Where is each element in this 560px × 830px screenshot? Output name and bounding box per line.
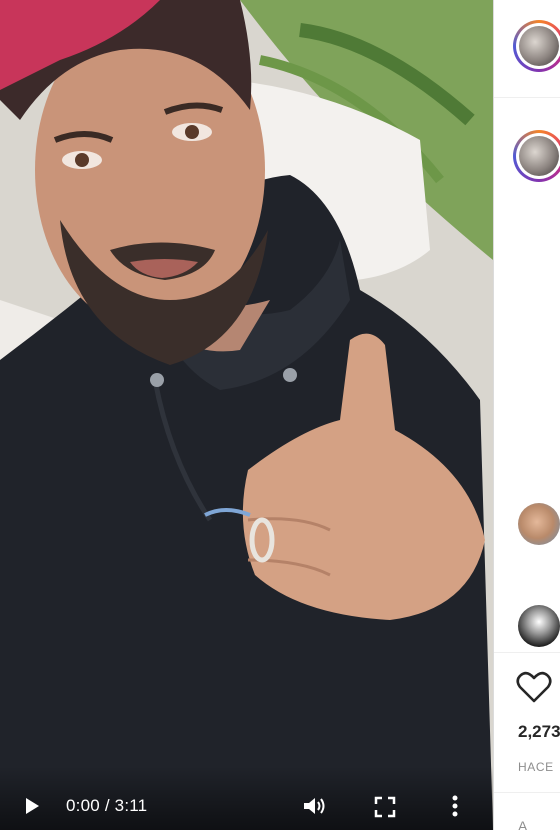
- comment-divider: [494, 792, 560, 793]
- time-display: 0:00 / 3:11: [66, 796, 147, 816]
- current-time: 0:00: [66, 796, 100, 815]
- more-options-button[interactable]: [448, 794, 462, 818]
- avatar-image: [519, 26, 559, 66]
- post-side-panel: 2,273 HACE A: [493, 0, 560, 830]
- fullscreen-icon: [374, 796, 396, 818]
- volume-button[interactable]: [302, 795, 328, 817]
- header-divider: [494, 97, 560, 98]
- more-vertical-icon: [452, 795, 458, 817]
- post-date: HACE: [518, 760, 554, 774]
- actions-divider: [494, 652, 560, 653]
- play-button[interactable]: [22, 796, 42, 816]
- video-controls: 0:00 / 3:11: [0, 766, 493, 830]
- caption-author-avatar[interactable]: [513, 130, 560, 182]
- add-comment-input[interactable]: A: [518, 818, 527, 830]
- avatar-image: [519, 136, 559, 176]
- video-player[interactable]: 0:00 / 3:11: [0, 0, 493, 830]
- fullscreen-button[interactable]: [374, 796, 396, 818]
- heart-icon: [516, 671, 552, 703]
- play-icon: [26, 798, 39, 814]
- like-button[interactable]: [516, 670, 552, 704]
- volume-icon: [304, 798, 325, 814]
- commenter-avatar[interactable]: [518, 605, 560, 647]
- time-separator: /: [99, 796, 115, 815]
- video-frame: [0, 0, 493, 830]
- commenter-avatar[interactable]: [518, 503, 560, 545]
- duration: 3:11: [114, 796, 148, 815]
- likes-count[interactable]: 2,273: [518, 722, 560, 742]
- author-avatar[interactable]: [513, 20, 560, 72]
